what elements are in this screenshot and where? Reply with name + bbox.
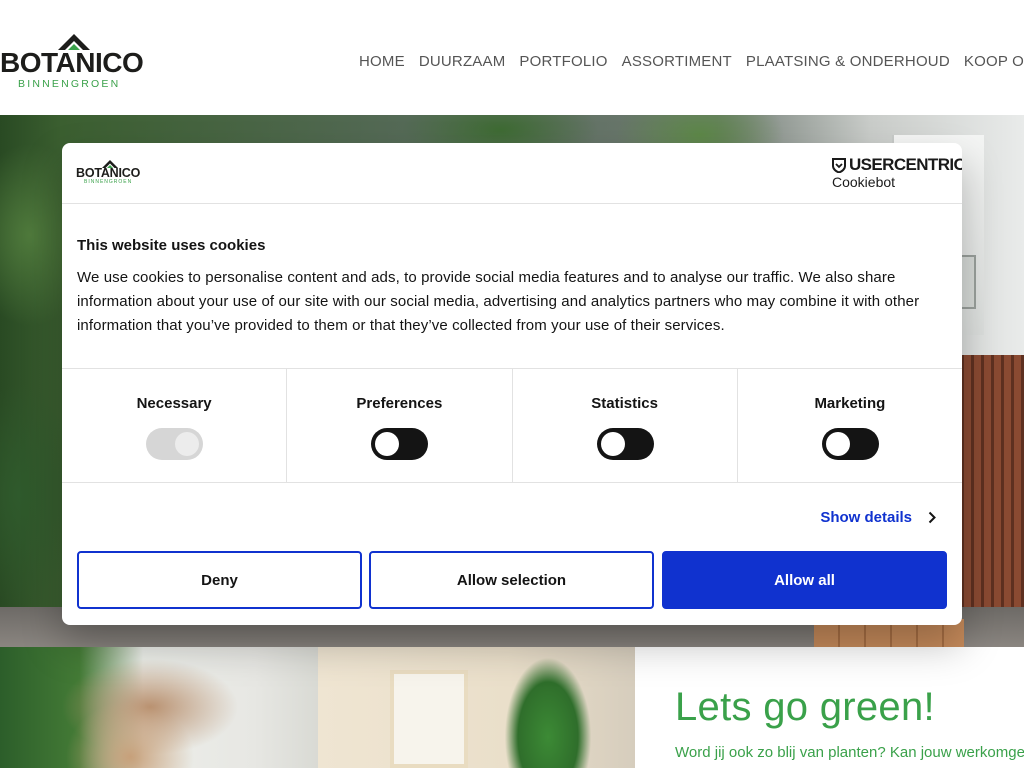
cookie-site-logo: BOTANICO BINNENGROEN [76,160,146,188]
allow-all-button[interactable]: Allow all [662,551,947,609]
nav-item-duurzaam[interactable]: DUURZAAM [412,50,513,74]
category-statistics: Statistics [513,369,738,482]
photo-window-frame [390,670,468,768]
promo-body: Word jij ook zo blij van planten? Kan jo… [675,744,1024,761]
toggle-knob [175,432,200,456]
main-nav: HOME DUURZAAM PORTFOLIO ASSORTIMENT PLAA… [352,50,1024,74]
cookie-logo-subtitle: BINNENGROEN [84,179,133,185]
toggle-knob [375,432,400,456]
toggle-knob [600,432,625,456]
nav-item-home[interactable]: HOME [352,50,412,74]
logo-wordmark: BOTANICO [0,47,144,78]
nav-item-portfolio[interactable]: PORTFOLIO [512,50,614,74]
cookie-logo-wordmark: BOTANICO [76,166,141,180]
category-marketing: Marketing [738,369,962,482]
category-label: Statistics [591,395,658,412]
cookie-dialog-header: BOTANICO BINNENGROEN USERCENTRICS Cookie… [62,143,962,204]
shield-icon [832,158,846,173]
cookie-dialog: BOTANICO BINNENGROEN USERCENTRICS Cookie… [62,143,962,625]
hero-wood-slats [954,355,1024,647]
category-label: Necessary [136,395,212,412]
photo-person [0,647,318,768]
cookie-description: We use cookies to personalise content an… [77,269,920,334]
promo-panel: Lets go green! Word jij ook zo blij van … [635,647,1024,768]
usercentrics-brand[interactable]: USERCENTRICS Cookiebot [832,155,962,192]
marketing-toggle[interactable] [821,428,879,460]
category-label: Preferences [356,395,443,412]
show-details-label: Show details [820,508,912,526]
promo-title: Lets go green! [675,685,935,729]
chevron-right-icon [928,511,936,523]
category-preferences: Preferences [287,369,513,482]
category-label: Marketing [814,395,886,412]
photo-plant [318,647,635,768]
show-details-link[interactable]: Show details [820,507,936,527]
nav-item-koop-of-lease[interactable]: KOOP OF LEASE [957,50,1024,74]
usercentrics-name: USERCENTRICS [849,155,962,174]
site-logo[interactable]: BOTANICO BINNENGROEN [0,34,150,94]
consent-buttons: Deny Allow selection Allow all [77,551,947,609]
nav-item-assortiment[interactable]: ASSORTIMENT [615,50,739,74]
preferences-toggle[interactable] [371,428,429,460]
cookiebot-label: Cookiebot [832,174,896,190]
consent-categories: Necessary Preferences Statistics Marketi… [62,368,962,483]
toggle-knob [825,432,850,456]
page: BOTANICO BINNENGROEN HOME DUURZAAM PORTF… [0,0,1024,768]
logo-subtitle: BINNENGROEN [18,78,121,90]
deny-button[interactable]: Deny [77,551,362,609]
cookie-title: This website uses cookies [77,237,266,254]
category-necessary: Necessary [62,369,288,482]
nav-item-plaatsing-onderhoud[interactable]: PLAATSING & ONDERHOUD [739,50,957,74]
necessary-toggle [146,428,204,460]
statistics-toggle[interactable] [596,428,654,460]
site-header: BOTANICO BINNENGROEN HOME DUURZAAM PORTF… [0,0,1024,115]
allow-selection-button[interactable]: Allow selection [369,551,654,609]
